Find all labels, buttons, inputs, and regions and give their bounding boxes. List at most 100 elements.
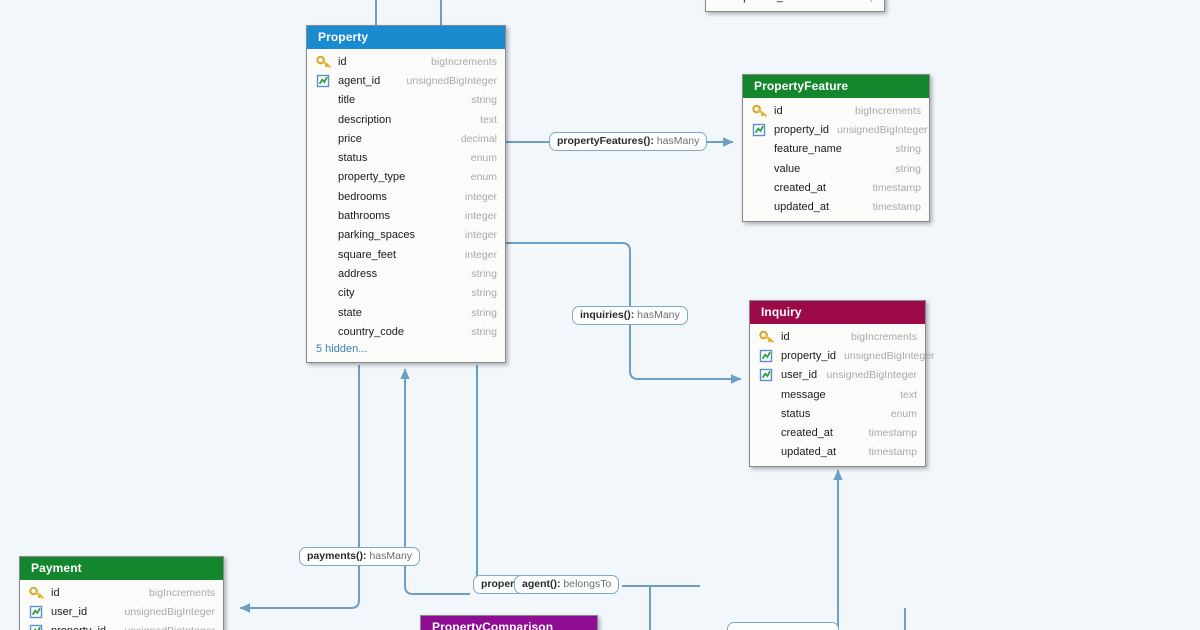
table-row[interactable]: id bigIncrements [750,327,925,346]
column-type: string [895,143,921,156]
column-name: description [338,113,392,126]
column-name: address [338,267,378,280]
entity-clipped-top[interactable]: created_at timestamp updated_at timestam… [705,0,885,12]
primary-key-icon [316,55,332,69]
no-icon [316,209,332,223]
column-name: updated_at [774,201,830,214]
table-row[interactable]: bathrooms integer [307,206,505,225]
table-row[interactable]: feature_name string [743,140,929,159]
table-row[interactable]: description text [307,110,505,129]
table-row[interactable]: state string [307,303,505,322]
table-row[interactable]: square_feet integer [307,245,505,264]
entity-columns: id bigIncrements agent_id unsignedBigInt… [307,49,505,362]
entity-payment[interactable]: Payment id bigIncrements user_id unsigne… [19,556,224,630]
column-name: user_id [51,605,88,618]
column-name: property_id [781,349,837,362]
table-row[interactable]: price decimal [307,129,505,148]
column-name: updated_at [781,446,837,459]
column-type: unsignedBigInteger [124,605,216,618]
table-row[interactable]: value string [743,159,929,178]
column-type: decimal [460,132,497,145]
column-name: agent_id [338,74,381,87]
table-row[interactable]: updated_at timestamp [750,443,925,462]
table-row[interactable]: user_id unsignedBigInteger [20,602,223,621]
table-row[interactable]: country_code string [307,322,505,341]
table-row[interactable]: parking_spaces integer [307,226,505,245]
table-row[interactable]: address string [307,264,505,283]
relationship-label-payments[interactable]: payments(): hasMany [299,547,421,566]
column-type: integer [464,210,497,223]
column-type: text [900,388,917,401]
column-name: parking_spaces [338,229,416,242]
table-row[interactable]: status enum [750,404,925,423]
table-row[interactable]: id bigIncrements [743,101,929,120]
column-name: title [338,94,356,107]
no-icon [316,93,332,107]
table-row[interactable]: property_id unsignedBigInteger [20,622,223,630]
table-row[interactable]: updated_at timestamp [706,0,884,7]
table-row[interactable]: message text [750,385,925,404]
table-row[interactable]: user_id unsignedBigInteger [750,366,925,385]
erd-canvas[interactable]: created_at timestamp updated_at timestam… [0,0,1200,630]
entity-columns: id bigIncrements property_id unsignedBig… [743,98,929,221]
entity-columns: created_at timestamp updated_at timestam… [706,0,884,11]
column-name: message [781,388,826,401]
entity-propertycomparison[interactable]: PropertyComparison [420,615,598,630]
foreign-key-icon [29,605,45,619]
no-icon [752,162,768,176]
relationship-method: agent(): [522,578,561,590]
table-row[interactable]: status enum [307,148,505,167]
relationship-type: hasMany [634,309,680,321]
table-row[interactable]: created_at timestamp [743,178,929,197]
column-type: enum [890,407,917,420]
entity-title: Payment [20,557,223,580]
column-type: string [471,325,497,338]
table-row[interactable]: bedrooms integer [307,187,505,206]
relationship-method: payments(): [307,550,367,562]
column-name: bathrooms [338,210,390,223]
table-row[interactable]: property_type enum [307,168,505,187]
foreign-key-icon [759,349,775,363]
column-type: unsignedBigInteger [844,349,935,362]
entity-inquiry[interactable]: Inquiry id bigIncrements property_id uns… [749,300,935,468]
column-type: unsignedBigInteger [826,369,918,382]
table-row[interactable]: id bigIncrements [20,583,223,602]
entity-title: PropertyFeature [743,75,929,98]
column-name: created_at [781,427,833,440]
column-name: bedrooms [338,190,387,203]
entity-property[interactable]: Property id bigIncrements agent_id unsig… [306,25,506,364]
relationship-label-inquiries[interactable]: inquiries(): hasMany [572,306,688,325]
no-icon [316,306,332,320]
table-row[interactable]: property_id unsignedBigInteger [743,120,929,139]
column-type: unsignedBigInteger [837,123,928,136]
column-name: state [338,306,362,319]
foreign-key-icon [752,123,768,137]
entity-propertyfeature[interactable]: PropertyFeature id bigIncrements propert… [742,74,930,222]
column-type: enum [470,152,497,165]
table-row[interactable]: title string [307,91,505,110]
no-icon [752,181,768,195]
column-type: unsignedBigInteger [117,625,216,630]
column-type: integer [464,190,497,203]
no-icon [316,113,332,127]
table-row[interactable]: id bigIncrements [307,52,505,71]
table-row[interactable]: created_at timestamp [750,423,925,442]
table-row[interactable]: agent_id unsignedBigInteger [307,71,505,90]
hidden-columns-link[interactable]: 5 hidden... [307,341,505,358]
column-name: created_at [774,181,826,194]
relationship-label-clipped-bottom-right[interactable] [727,622,839,630]
column-name: price [338,132,362,145]
column-name: id [781,330,790,343]
table-row[interactable]: city string [307,284,505,303]
table-row[interactable]: property_id unsignedBigInteger [750,346,935,365]
table-row[interactable]: updated_at timestamp [743,197,929,216]
relationship-label-agent[interactable]: agent(): belongsTo [514,575,620,594]
no-icon [316,325,332,339]
no-icon [759,445,775,459]
column-type: enum [470,171,497,184]
relationship-method: propertyFeatures(): [557,135,654,147]
column-type: timestamp [872,181,921,194]
relationship-label-property-features[interactable]: propertyFeatures(): hasMany [549,132,708,151]
column-type: timestamp [868,427,917,440]
column-type: string [471,306,497,319]
